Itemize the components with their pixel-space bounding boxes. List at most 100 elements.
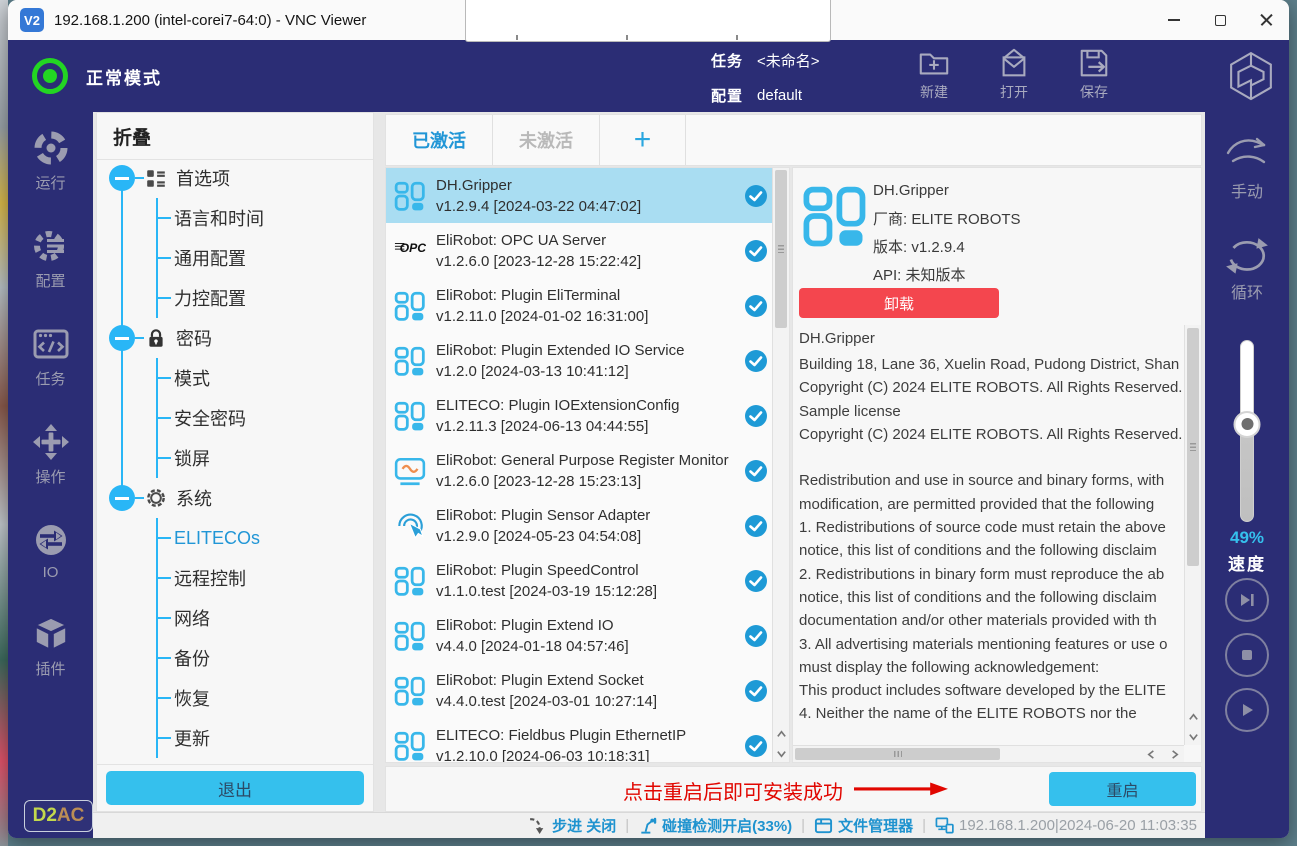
check-badge-icon[interactable] (744, 459, 768, 483)
check-badge-icon[interactable] (744, 514, 768, 538)
plugin-list-scrollbar[interactable] (772, 168, 789, 762)
step-forward-button[interactable] (1225, 578, 1269, 622)
nav-item-io[interactable]: IO (31, 520, 71, 581)
tab-activated[interactable]: 已激活 (386, 115, 493, 165)
nav-item-task[interactable]: 任务 (31, 324, 71, 389)
collapse-node-icon[interactable] (109, 485, 135, 511)
status-divider: | (922, 817, 926, 834)
step-status-icon (528, 816, 547, 835)
grid-plugin-icon (394, 180, 426, 212)
tree-item[interactable]: 安全密码 (158, 398, 369, 438)
scroll-up-button[interactable] (774, 727, 789, 742)
scroll-down-button[interactable] (1186, 729, 1201, 744)
tree-item[interactable]: ELITECOs (158, 518, 369, 558)
nav-item-config[interactable]: 配置 (31, 226, 71, 291)
tree-item[interactable]: 更新 (158, 718, 369, 758)
nav-item-jog[interactable]: 操作 (31, 422, 71, 487)
nav-item-run[interactable]: 运行 (31, 128, 71, 193)
plugin-list-panel: DH.Gripperv1.2.9.4 [2024-03-22 04:47:02]… (385, 167, 790, 763)
plugin-row[interactable]: EliRobot: Plugin EliTerminalv1.2.11.0 [2… (386, 278, 772, 333)
tree-item[interactable]: 锁屏 (158, 438, 369, 478)
plugin-row[interactable]: OPCEliRobot: OPC UA Serverv1.2.6.0 [2023… (386, 223, 772, 278)
header-action-save[interactable]: 保存 (1066, 47, 1122, 102)
tree-item[interactable]: 力控配置 (158, 278, 369, 318)
tree-item[interactable]: 通用配置 (158, 238, 369, 278)
check-badge-icon[interactable] (744, 184, 768, 208)
touch-sensor-icon (394, 510, 426, 542)
plugin-row[interactable]: EliRobot: Plugin Extend IOv4.4.0 [2024-0… (386, 608, 772, 663)
manual-mode-button[interactable]: 手动 (1205, 134, 1289, 202)
plugin-row[interactable]: DH.Gripperv1.2.9.4 [2024-03-22 04:47:02] (386, 168, 772, 223)
tree-item[interactable]: 恢复 (158, 678, 369, 718)
tree-item[interactable]: 语言和时间 (158, 198, 369, 238)
check-badge-icon[interactable] (744, 624, 768, 648)
gear-icon (145, 487, 167, 509)
tree-item[interactable]: 模式 (158, 358, 369, 398)
task-value: <未命名> (757, 50, 820, 71)
header-action-open[interactable]: 打开 (986, 47, 1042, 102)
plugin-row[interactable]: EliRobot: Plugin SpeedControlv1.1.0.test… (386, 553, 772, 608)
check-badge-icon[interactable] (744, 349, 768, 373)
speed-slider-knob[interactable] (1234, 411, 1261, 438)
tree-group-password[interactable]: 密码 (109, 318, 369, 358)
plugin-row[interactable]: EliRobot: Plugin Sensor Adapterv1.2.9.0 … (386, 498, 772, 553)
cycle-mode-button[interactable]: 循环 (1205, 235, 1289, 303)
minimize-button[interactable] (1151, 0, 1197, 40)
play-button[interactable] (1225, 688, 1269, 732)
plugin-row[interactable]: EliRobot: Plugin Extended IO Servicev1.2… (386, 333, 772, 388)
status-files[interactable]: 文件管理器 (814, 815, 913, 836)
minimize-icon (1168, 19, 1180, 21)
plugin-row-text: EliRobot: Plugin Sensor Adapterv1.2.9.0 … (436, 507, 738, 545)
tree-item[interactable]: 网络 (158, 598, 369, 638)
scroll-up-button[interactable] (1186, 710, 1201, 725)
tab-deactivated[interactable]: 未激活 (493, 115, 600, 165)
nav-item-plugin[interactable]: 插件 (31, 614, 71, 679)
uninstall-button[interactable]: 卸载 (799, 288, 999, 318)
scrollbar-thumb[interactable] (1187, 328, 1199, 566)
collapse-node-icon[interactable] (109, 325, 135, 351)
plugin-row[interactable]: ELITECO: Plugin IOExtensionConfigv1.2.11… (386, 388, 772, 443)
scroll-left-button[interactable] (1144, 747, 1159, 762)
tree-group-system[interactable]: 系统 (109, 478, 369, 518)
check-badge-icon[interactable] (744, 404, 768, 428)
tree-panel-title[interactable]: 折叠 (97, 113, 373, 160)
scrollbar-thumb[interactable] (775, 170, 787, 328)
speed-slider[interactable] (1240, 340, 1254, 522)
restart-bar: 点击重启后即可安装成功 重启 (385, 766, 1202, 812)
collapse-node-icon[interactable] (109, 165, 135, 191)
vnc-toolbar-flyout[interactable] (465, 0, 831, 42)
check-badge-icon[interactable] (744, 734, 768, 758)
status-collision[interactable]: 碰撞检测开启(33%) (638, 815, 792, 836)
check-badge-icon[interactable] (744, 294, 768, 318)
jog-icon (31, 422, 71, 462)
tree-item[interactable]: 远程控制 (158, 558, 369, 598)
maximize-button[interactable] (1197, 0, 1243, 40)
tree-item[interactable]: 备份 (158, 638, 369, 678)
plugin-row-text: EliRobot: Plugin EliTerminalv1.2.11.0 [2… (436, 287, 738, 325)
plugin-row[interactable]: ELITECO: Fieldbus Plugin EthernetIPv1.2.… (386, 718, 772, 762)
tree-item-label: ELITECOs (174, 528, 260, 549)
scrollbar-thumb[interactable] (795, 748, 1000, 760)
check-badge-icon[interactable] (744, 239, 768, 263)
plugin-row[interactable]: EliRobot: Plugin Extend Socketv4.4.0.tes… (386, 663, 772, 718)
check-badge-icon[interactable] (744, 569, 768, 593)
plugin-row[interactable]: EliRobot: General Purpose Register Monit… (386, 443, 772, 498)
header-action-label: 新建 (920, 82, 948, 102)
tree-group-preferences[interactable]: 首选项 (109, 158, 369, 198)
grid-plugin-icon (394, 620, 426, 652)
close-button[interactable] (1243, 0, 1289, 40)
restart-button[interactable]: 重启 (1049, 772, 1196, 806)
robot-mode-indicator[interactable]: 正常模式 (32, 40, 162, 112)
scroll-down-button[interactable] (774, 746, 789, 761)
vnc-viewer-window: V2 192.168.1.200 (intel-corei7-64:0) - V… (8, 0, 1289, 838)
header-action-new[interactable]: 新建 (906, 47, 962, 102)
scroll-right-button[interactable] (1167, 747, 1182, 762)
plugin-name: EliRobot: Plugin Sensor Adapter (436, 507, 738, 524)
exit-button[interactable]: 退出 (106, 771, 364, 805)
license-line: Sample license (799, 400, 1182, 423)
stop-button[interactable] (1225, 633, 1269, 677)
license-vertical-scrollbar[interactable] (1184, 325, 1201, 745)
license-horizontal-scrollbar[interactable] (793, 745, 1184, 762)
add-plugin-tab[interactable]: + (600, 115, 686, 165)
check-badge-icon[interactable] (744, 679, 768, 703)
